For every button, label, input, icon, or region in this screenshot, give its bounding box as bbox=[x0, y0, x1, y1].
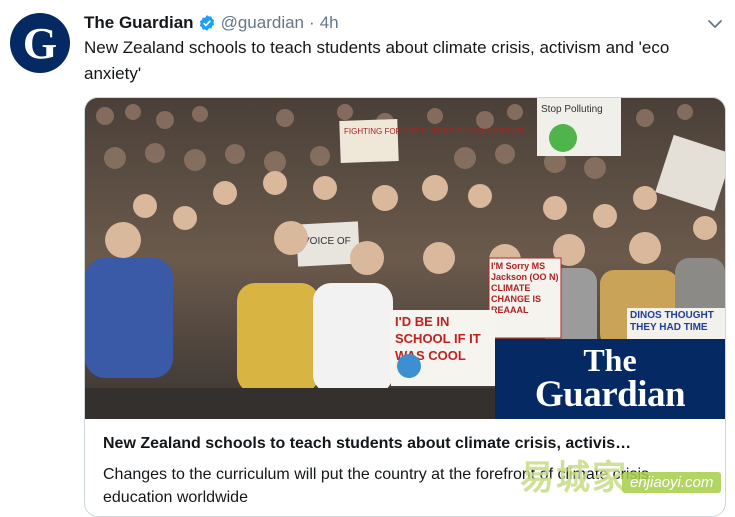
header-separator: · bbox=[309, 13, 315, 32]
guardian-brand-overlay: The Guardian bbox=[495, 339, 725, 419]
avatar-logo: G bbox=[22, 19, 58, 68]
sign-im-sorry: I'M Sorry MS Jackson (OO N) CLIMATE CHAN… bbox=[491, 261, 559, 315]
tweet-text: New Zealand schools to teach students ab… bbox=[84, 38, 670, 83]
avatar[interactable]: G bbox=[10, 13, 70, 73]
account-handle[interactable]: @guardian bbox=[221, 13, 304, 33]
card-image[interactable]: FIGHTING FOR THE FUTURE OF YOUNGER ME St… bbox=[85, 98, 725, 419]
card-description: Changes to the curriculum will put the c… bbox=[103, 466, 650, 506]
tweet-header: The Guardian @guardian · 4h bbox=[84, 11, 695, 35]
account-name[interactable]: The Guardian bbox=[84, 13, 194, 33]
sign-stop-polluting: Stop Polluting bbox=[541, 104, 603, 115]
sign-voice: VOICE OF bbox=[303, 236, 351, 247]
tweet-timestamp[interactable]: 4h bbox=[320, 13, 339, 33]
brand-line-2: Guardian bbox=[534, 373, 686, 415]
sign-dinos: DINOS THOUGHT THEY HAD TIME bbox=[630, 310, 714, 333]
brand-line-1: The bbox=[583, 342, 637, 379]
sign-fighting: FIGHTING FOR THE FUTURE OF YOUNGER ME bbox=[344, 127, 524, 136]
chevron-down-icon[interactable] bbox=[707, 16, 723, 32]
verified-badge-icon bbox=[198, 14, 216, 32]
link-card[interactable]: FIGHTING FOR THE FUTURE OF YOUNGER ME St… bbox=[84, 97, 726, 517]
card-title[interactable]: New Zealand schools to teach students ab… bbox=[103, 435, 713, 453]
